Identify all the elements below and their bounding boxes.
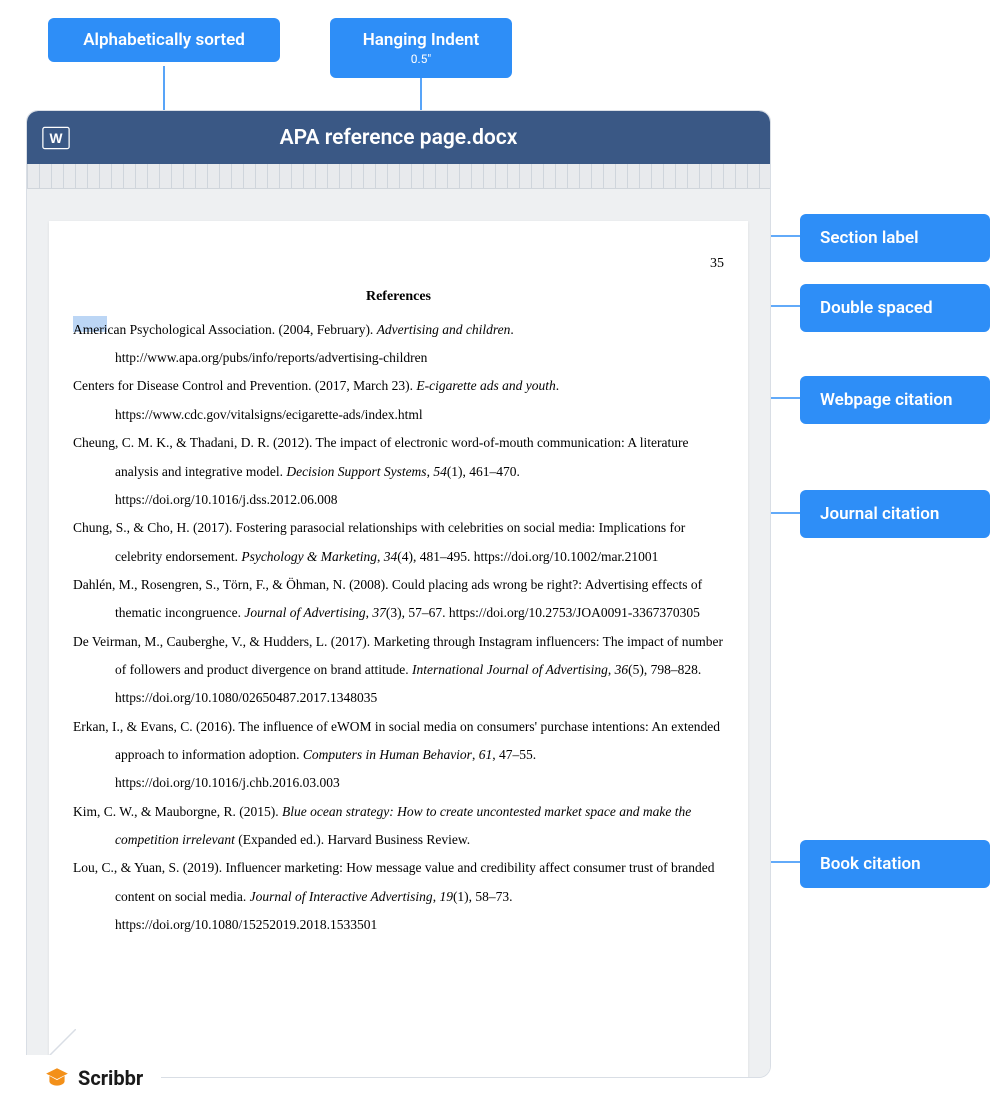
reference-entry: Lou, C., & Yuan, S. (2019). Influencer m… <box>73 854 724 939</box>
word-icon: W <box>41 123 71 153</box>
references-heading: References <box>73 282 724 311</box>
titlebar: W APA reference page.docx <box>27 111 770 164</box>
ruler <box>27 164 770 189</box>
reference-entry: American Psychological Association. (200… <box>73 316 724 373</box>
label-text: Book citation <box>820 854 921 874</box>
reference-entry: Dahlén, M., Rosengren, S., Törn, F., & Ö… <box>73 571 724 628</box>
references-list: American Psychological Association. (200… <box>73 316 724 940</box>
reference-entry: De Veirman, M., Cauberghe, V., & Hudders… <box>73 628 724 713</box>
label-text: Hanging Indent <box>363 30 479 50</box>
graduation-cap-icon <box>44 1065 70 1091</box>
label-text: Section label <box>820 228 919 248</box>
reference-entry: Chung, S., & Cho, H. (2017). Fostering p… <box>73 514 724 571</box>
label-double-spaced: Double spaced <box>800 284 990 332</box>
label-text: Webpage citation <box>820 390 952 410</box>
page: 35 References American Psychological Ass… <box>49 221 748 1078</box>
label-section: Section label <box>800 214 990 262</box>
page-area: 35 References American Psychological Ass… <box>27 189 770 1078</box>
document-title: APA reference page.docx <box>71 126 770 150</box>
document-window: W APA reference page.docx 35 References … <box>26 110 771 1078</box>
logo-text: Scribbr <box>78 1066 143 1090</box>
reference-entry: Erkan, I., & Evans, C. (2016). The influ… <box>73 713 724 798</box>
reference-entry: Centers for Disease Control and Preventi… <box>73 372 724 429</box>
label-book-citation: Book citation <box>800 840 990 888</box>
label-text: Journal citation <box>820 504 939 524</box>
page-number: 35 <box>73 249 724 278</box>
label-subtext: 0.5" <box>354 52 488 66</box>
scribbr-logo: Scribbr <box>26 1055 161 1101</box>
svg-text:W: W <box>50 131 63 146</box>
reference-entry: Cheung, C. M. K., & Thadani, D. R. (2012… <box>73 429 724 514</box>
reference-entry: Kim, C. W., & Mauborgne, R. (2015). Blue… <box>73 798 724 855</box>
label-alphabetically-sorted: Alphabetically sorted <box>48 18 280 62</box>
label-text: Alphabetically sorted <box>83 30 245 50</box>
label-hanging-indent: Hanging Indent 0.5" <box>330 18 512 78</box>
label-text: Double spaced <box>820 298 933 318</box>
label-webpage-citation: Webpage citation <box>800 376 990 424</box>
label-journal-citation: Journal citation <box>800 490 990 538</box>
